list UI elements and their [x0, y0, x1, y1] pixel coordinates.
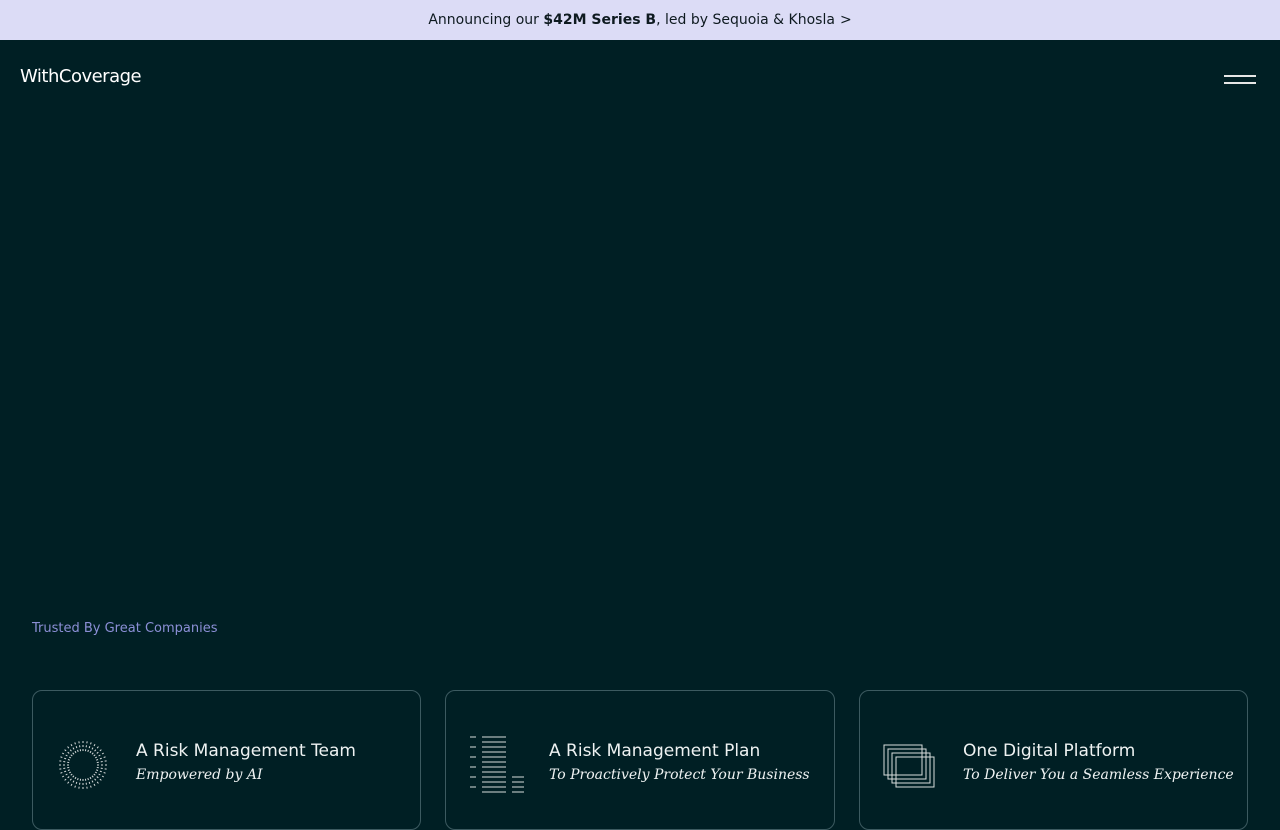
- top-navigation: WithCoverage: [0, 40, 1280, 116]
- menu-line: [1224, 75, 1256, 77]
- stacked-frames-icon: [883, 744, 935, 788]
- card-digital-platform[interactable]: One Digital Platform To Deliver You a Se…: [859, 690, 1248, 830]
- card-title: A Risk Management Plan: [549, 741, 761, 761]
- document-lines-icon: [470, 736, 524, 793]
- sunburst-icon: [58, 740, 108, 790]
- card-title: A Risk Management Team: [136, 741, 356, 761]
- chevron-right-icon: >: [839, 12, 852, 28]
- announcement-suffix: , led by Sequoia & Khosla: [656, 12, 835, 28]
- card-subtitle: Empowered by AI: [136, 767, 263, 783]
- card-subtitle: To Deliver You a Seamless Experience: [963, 767, 1234, 783]
- announcement-banner[interactable]: Announcing our $42M Series B, led by Seq…: [0, 0, 1280, 40]
- menu-line: [1224, 82, 1256, 84]
- announcement-highlight: $42M Series B: [543, 12, 657, 28]
- card-title: One Digital Platform: [963, 741, 1136, 761]
- card-risk-management-plan[interactable]: A Risk Management Plan To Proactively Pr…: [445, 690, 835, 830]
- logo[interactable]: WithCoverage: [20, 66, 142, 87]
- trusted-by-label: Trusted By Great Companies: [32, 621, 218, 636]
- card-risk-management-team[interactable]: A Risk Management Team Empowered by AI: [32, 690, 421, 830]
- card-subtitle: To Proactively Protect Your Business: [549, 767, 810, 783]
- hamburger-menu-icon[interactable]: [1222, 70, 1258, 88]
- announcement-prefix: Announcing our: [428, 12, 544, 28]
